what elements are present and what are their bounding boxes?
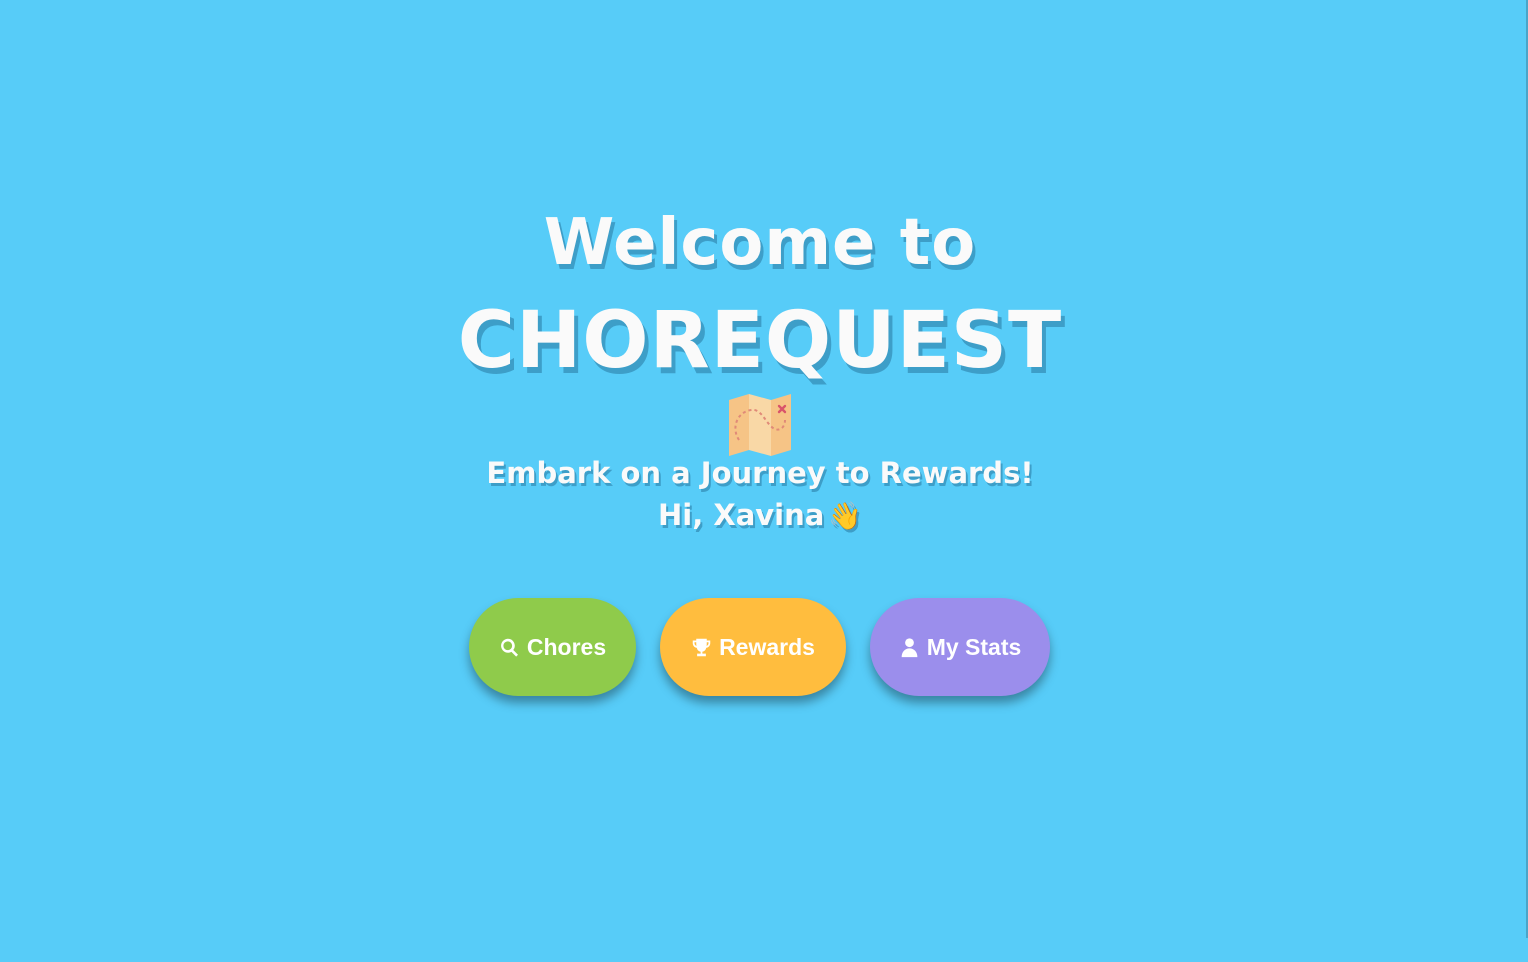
user-icon — [901, 637, 918, 657]
rewards-button-label: Rewards — [719, 633, 815, 660]
rewards-button[interactable]: Rewards — [660, 598, 846, 696]
waving-hand-icon: 👋 — [828, 501, 862, 532]
treasure-map-icon — [729, 394, 791, 456]
user-greeting: Hi, Xavina 👋 — [0, 498, 1520, 532]
search-icon — [500, 638, 518, 657]
chores-button[interactable]: Chores — [469, 598, 636, 696]
chores-button-label: Chores — [526, 633, 607, 660]
greeting-text: Hi, Xavina — [658, 498, 825, 532]
tagline: Embark on a Journey to Rewards! — [486, 456, 1034, 490]
trophy-icon — [692, 638, 711, 656]
my-stats-button[interactable]: My Stats — [870, 598, 1050, 696]
app-title: CHOREQUEST — [457, 296, 1063, 386]
welcome-heading: Welcome to — [543, 206, 977, 280]
my-stats-button-label: My Stats — [926, 633, 1022, 660]
